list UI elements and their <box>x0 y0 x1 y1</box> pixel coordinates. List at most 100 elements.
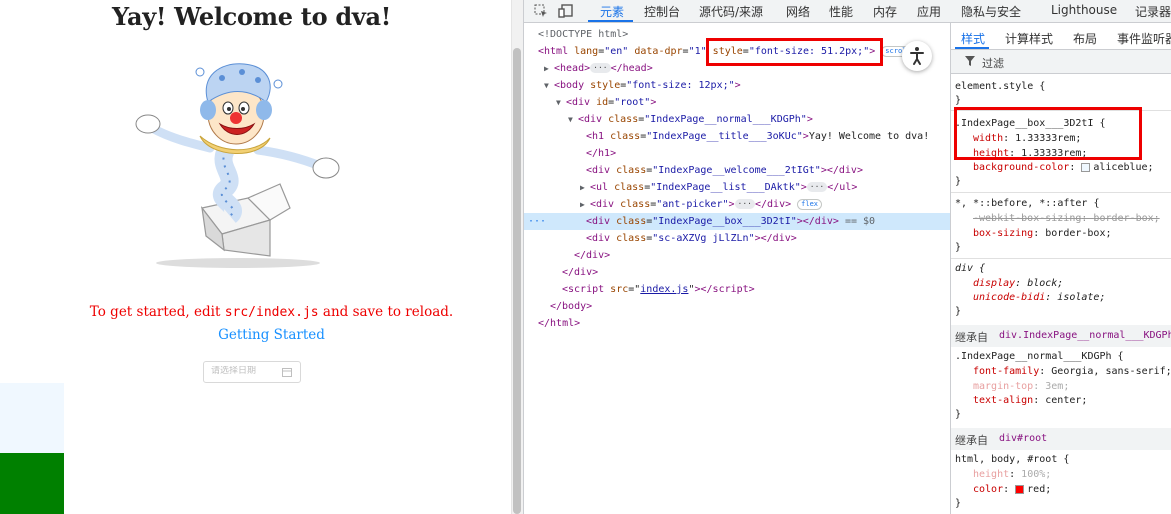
margin-top-declaration[interactable]: margin-top: 3em; <box>973 380 1069 394</box>
universal-rule-selector[interactable]: *, *::before, *::after { <box>955 197 1100 211</box>
getting-started-link[interactable]: Getting Started <box>0 327 511 343</box>
tab-elements[interactable]: 元素 <box>600 3 624 20</box>
tab-privacy-security[interactable]: 隐私与安全 <box>961 3 1021 20</box>
close-brace: } <box>955 409 962 420</box>
color-swatch[interactable] <box>1081 162 1091 172</box>
collapsed-ellipsis[interactable]: ··· <box>734 199 755 209</box>
script-src-link[interactable]: index.js <box>640 284 688 295</box>
rule-separator <box>951 258 1171 259</box>
dom-h1-close[interactable]: </h1> <box>586 145 950 162</box>
dom-html-close[interactable]: </html> <box>538 315 950 332</box>
inherited-from-header: 继承自 div#root <box>951 428 1171 450</box>
prop-value: aliceblue; <box>1093 162 1154 173</box>
tab-application[interactable]: 应用 <box>917 3 941 20</box>
inherited-from-header: 继承自 div.IndexPage__normal___KDGPh <box>951 325 1171 347</box>
flex-badge[interactable]: flex <box>797 198 822 210</box>
started-suffix: and save to reload. <box>318 304 454 320</box>
inherited-source-link[interactable]: div.IndexPage__normal___KDGPh <box>999 330 1171 341</box>
tab-performance[interactable]: 性能 <box>829 3 853 20</box>
tab-network[interactable]: 网络 <box>786 3 810 20</box>
attr-value: "IndexPage__title___3oKUc" <box>646 131 803 142</box>
color-swatch[interactable] <box>1015 484 1025 494</box>
color-declaration[interactable]: color: red; <box>973 483 1051 497</box>
webkit-box-sizing-declaration[interactable]: -webkit-box-sizing: border-box; <box>973 212 1160 226</box>
inherited-source-link[interactable]: div#root <box>999 433 1047 444</box>
tab-lighthouse[interactable]: Lighthouse <box>1051 3 1117 17</box>
dom-body-close[interactable]: </body> <box>550 298 950 315</box>
element-style-selector[interactable]: element.style { <box>955 80 1045 94</box>
tab-console[interactable]: 控制台 <box>644 3 680 20</box>
prop-name: text-align <box>973 395 1034 406</box>
device-toolbar-icon[interactable] <box>558 3 574 19</box>
dom-root-close[interactable]: </div> <box>562 264 950 281</box>
date-picker[interactable] <box>203 361 301 383</box>
dom-ul-node[interactable]: ▶ <ul class="IndexPage__list___DAktk"> ···… <box>580 179 950 196</box>
dom-picker-node[interactable]: ▶ <div class="ant-picker"> ··· </div> flex <box>580 196 950 213</box>
collapsed-ellipsis[interactable]: ··· <box>590 63 611 73</box>
normal-rule-selector[interactable]: .IndexPage__normal___KDGPh { <box>955 350 1124 364</box>
page-title: Yay! Welcome to dva! <box>112 2 391 31</box>
dom-normal-node[interactable]: ▼ <div class="IndexPage__normal___KDGPh"> <box>568 111 950 128</box>
unicode-bidi-declaration[interactable]: unicode-bidi: isolate; <box>973 291 1105 305</box>
height-100-declaration[interactable]: height: 100%; <box>973 468 1051 482</box>
tab-layout[interactable]: 布局 <box>1073 30 1097 47</box>
rule-separator <box>951 192 1171 193</box>
prop-value: 3em; <box>1045 381 1070 392</box>
prop-value: 100%; <box>1021 469 1052 480</box>
prop-value: border-box; <box>1045 228 1112 239</box>
prop-name: display <box>973 278 1016 289</box>
dom-sc-node[interactable]: <div class="sc-aXZVg jLlZLn"></div> <box>586 230 950 247</box>
box-sizing-declaration[interactable]: box-sizing: border-box; <box>973 227 1112 241</box>
dom-normal-close[interactable]: </div> <box>574 247 950 264</box>
attr-value: "font-size: 12px;" <box>626 80 735 91</box>
h1-text: Yay! Welcome to dva! <box>808 131 930 142</box>
attr-value: "IndexPage__welcome___2tIGt" <box>652 165 821 176</box>
collapsed-ellipsis[interactable]: ··· <box>806 182 828 192</box>
dom-script-node[interactable]: <script src="index.js"></script> <box>562 281 950 298</box>
tab-sources[interactable]: 源代码/来源 <box>699 3 763 20</box>
devtools-panel: 元素 控制台 源代码/来源 网络 性能 内存 应用 隐私与安全 Lighthou… <box>523 0 1171 514</box>
close-brace: } <box>955 176 962 187</box>
elements-tree: <!DOCTYPE html> <html lang="en" data-dpr… <box>524 23 950 514</box>
tab-computed[interactable]: 计算样式 <box>1005 30 1053 47</box>
dom-welcome-node[interactable]: <div class="IndexPage__welcome___2tIGt">… <box>586 162 950 179</box>
prop-name: unicode-bidi <box>973 292 1046 303</box>
dom-body-node[interactable]: ▼ <body style="font-size: 12px;"> <box>544 77 950 94</box>
calendar-icon <box>282 368 292 377</box>
attr-name: lang <box>574 46 599 57</box>
background-declaration[interactable]: background-color: aliceblue; <box>973 161 1154 175</box>
viewport-scrollbar-thumb[interactable] <box>513 48 521 514</box>
attr-value: "IndexPage__normal___KDGPh" <box>644 114 807 125</box>
active-tab-indicator <box>588 20 633 22</box>
attr-name: id <box>596 97 609 108</box>
text-align-declaration[interactable]: text-align: center; <box>973 394 1087 408</box>
dom-root-node[interactable]: ▼ <div id="root"> <box>556 94 950 111</box>
attr-value: "1" <box>688 46 707 57</box>
tab-recorder[interactable]: 记录器 <box>1135 3 1171 20</box>
tab-styles[interactable]: 样式 <box>961 30 985 47</box>
attr-value: "IndexPage__box___3D2tI" <box>652 216 797 227</box>
attr-value: "sc-aXZVg jLlZLn" <box>652 233 755 244</box>
active-styles-tab-indicator <box>955 47 989 49</box>
dom-h1-node[interactable]: <h1 class="IndexPage__title___3oKUc">Yay… <box>586 128 950 145</box>
close-brace: } <box>955 95 962 106</box>
more-actions-dots[interactable]: ··· <box>528 213 546 230</box>
prop-name: margin-top <box>973 381 1034 392</box>
tab-memory[interactable]: 内存 <box>873 3 897 20</box>
date-picker-input[interactable] <box>211 366 281 376</box>
prop-value: block; <box>1027 278 1064 289</box>
close-brace: } <box>955 306 962 317</box>
div-ua-rule-selector[interactable]: div { <box>955 262 985 276</box>
display-declaration[interactable]: display: block; <box>973 277 1063 291</box>
head-open: <head> <box>554 63 591 74</box>
inspect-element-icon[interactable] <box>533 3 549 19</box>
highlight-box-css-rule <box>954 107 1142 160</box>
attr-value: "ant-picker" <box>656 199 729 210</box>
root-rule-selector[interactable]: html, body, #root { <box>955 453 1069 467</box>
dom-head-node[interactable]: ▶ <head> ··· </head> <box>544 60 950 77</box>
dom-box-node-selected[interactable]: ··· <div class="IndexPage__box___3D2tI">… <box>524 213 950 230</box>
font-family-declaration[interactable]: font-family: Georgia, sans-serif; <box>973 365 1171 379</box>
tab-event-listeners[interactable]: 事件监听器 <box>1117 30 1171 47</box>
green-box <box>0 453 64 514</box>
styles-filter-bar[interactable]: 过滤 <box>951 50 1171 74</box>
